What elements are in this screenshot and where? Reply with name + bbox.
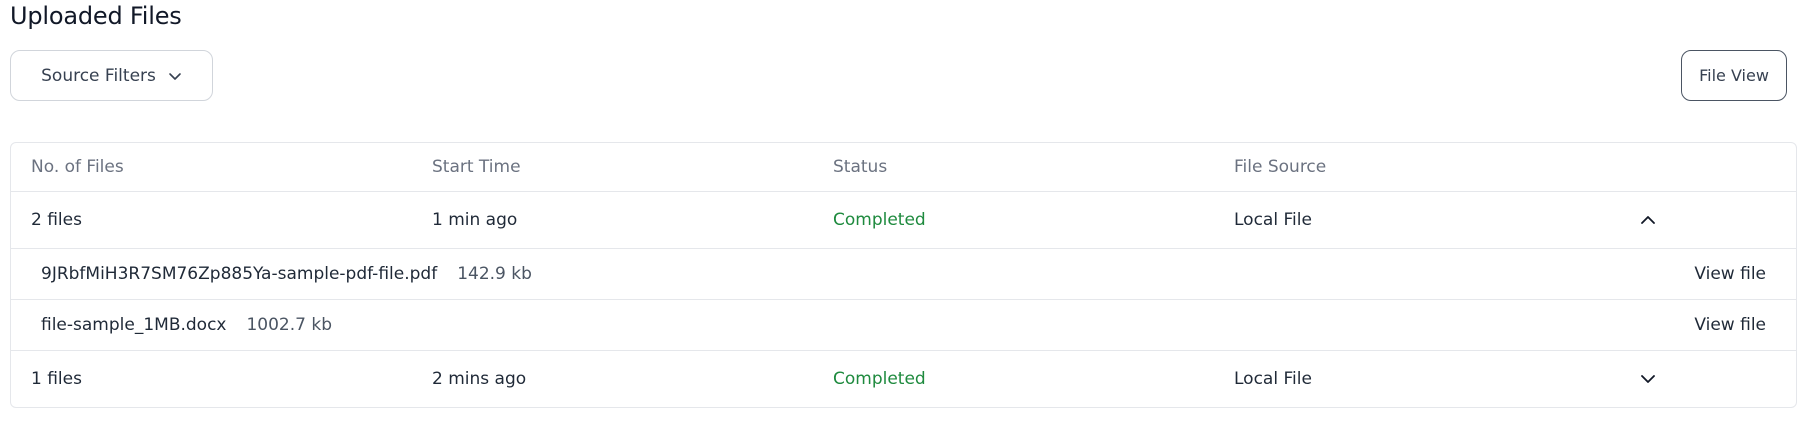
column-header-no-of-files: No. of Files xyxy=(31,157,124,177)
uploaded-files-page: Uploaded Files Source Filters File View … xyxy=(0,0,1804,424)
column-header-file-source: File Source xyxy=(1234,157,1327,177)
file-item: file-sample_1MB.docx 1002.7 kb xyxy=(41,315,332,335)
chevron-down-icon xyxy=(1641,375,1655,383)
column-header-start-time: Start Time xyxy=(432,157,521,177)
view-file-link[interactable]: View file xyxy=(1694,264,1766,284)
file-item-row: file-sample_1MB.docx 1002.7 kb View file xyxy=(11,299,1796,350)
collapse-toggle-button[interactable] xyxy=(1637,209,1659,231)
file-view-button[interactable]: File View xyxy=(1681,50,1787,101)
file-item-row: 9JRbfMiH3R7SM76Zp885Ya-sample-pdf-file.p… xyxy=(11,248,1796,299)
source-filters-label: Source Filters xyxy=(41,65,156,86)
start-time: 2 mins ago xyxy=(432,369,527,389)
file-source: Local File xyxy=(1234,210,1312,230)
view-file-link[interactable]: View file xyxy=(1694,315,1766,335)
upload-group-row[interactable]: 2 files 1 min ago Completed Local File xyxy=(11,191,1796,248)
chevron-up-icon xyxy=(1641,216,1655,224)
status-text: Completed xyxy=(833,210,926,230)
table-header-row: No. of Files Start Time Status File Sour… xyxy=(11,143,1796,191)
file-source: Local File xyxy=(1234,369,1312,389)
upload-group-row[interactable]: 1 files 2 mins ago Completed Local File xyxy=(11,350,1796,407)
file-size: 142.9 kb xyxy=(457,264,532,284)
uploads-table: No. of Files Start Time Status File Sour… xyxy=(10,142,1797,408)
source-filters-button[interactable]: Source Filters xyxy=(10,50,213,101)
file-name: file-sample_1MB.docx xyxy=(41,315,227,335)
file-view-label: File View xyxy=(1699,66,1769,85)
file-name: 9JRbfMiH3R7SM76Zp885Ya-sample-pdf-file.p… xyxy=(41,264,438,284)
status-text: Completed xyxy=(833,369,926,389)
file-count: 1 files xyxy=(31,369,82,389)
file-size: 1002.7 kb xyxy=(246,315,333,335)
file-item: 9JRbfMiH3R7SM76Zp885Ya-sample-pdf-file.p… xyxy=(41,264,532,284)
page-title: Uploaded Files xyxy=(10,2,182,30)
column-header-status: Status xyxy=(833,157,888,177)
file-count: 2 files xyxy=(31,210,82,230)
chevron-down-icon xyxy=(169,72,181,80)
expand-toggle-button[interactable] xyxy=(1637,368,1659,390)
start-time: 1 min ago xyxy=(432,210,518,230)
